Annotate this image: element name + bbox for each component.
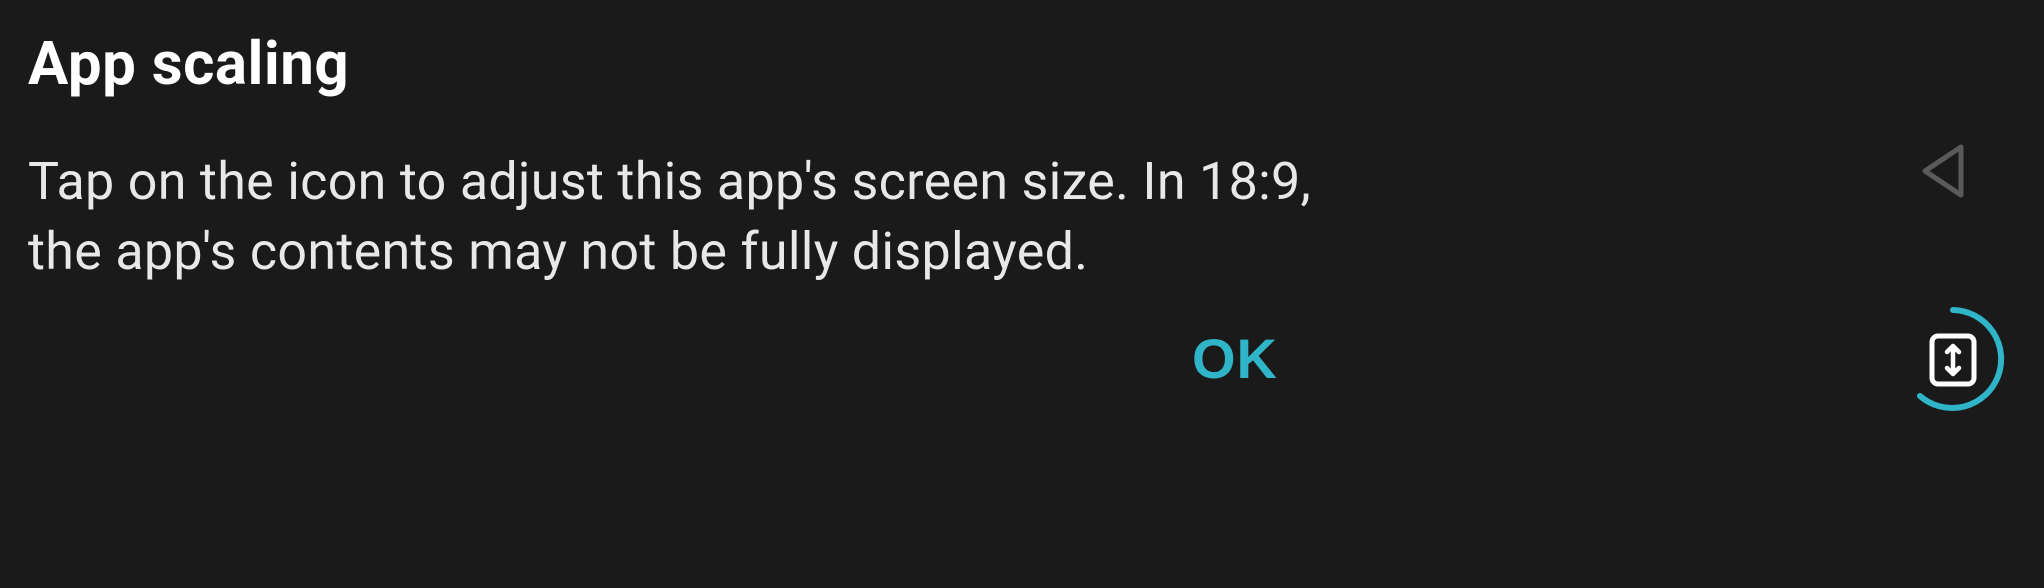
ok-button[interactable]: OK [1172,316,1298,401]
dialog-content: App scaling Tap on the icon to adjust th… [0,0,1420,287]
back-triangle-icon [1913,139,1969,207]
app-scaling-icon [1900,306,2006,416]
dialog-title: App scaling [28,28,1380,99]
scaling-icon-button[interactable] [1900,308,2006,414]
dialog-description: Tap on the icon to adjust this app's scr… [28,147,1380,287]
nav-back-button[interactable] [1906,138,1976,208]
